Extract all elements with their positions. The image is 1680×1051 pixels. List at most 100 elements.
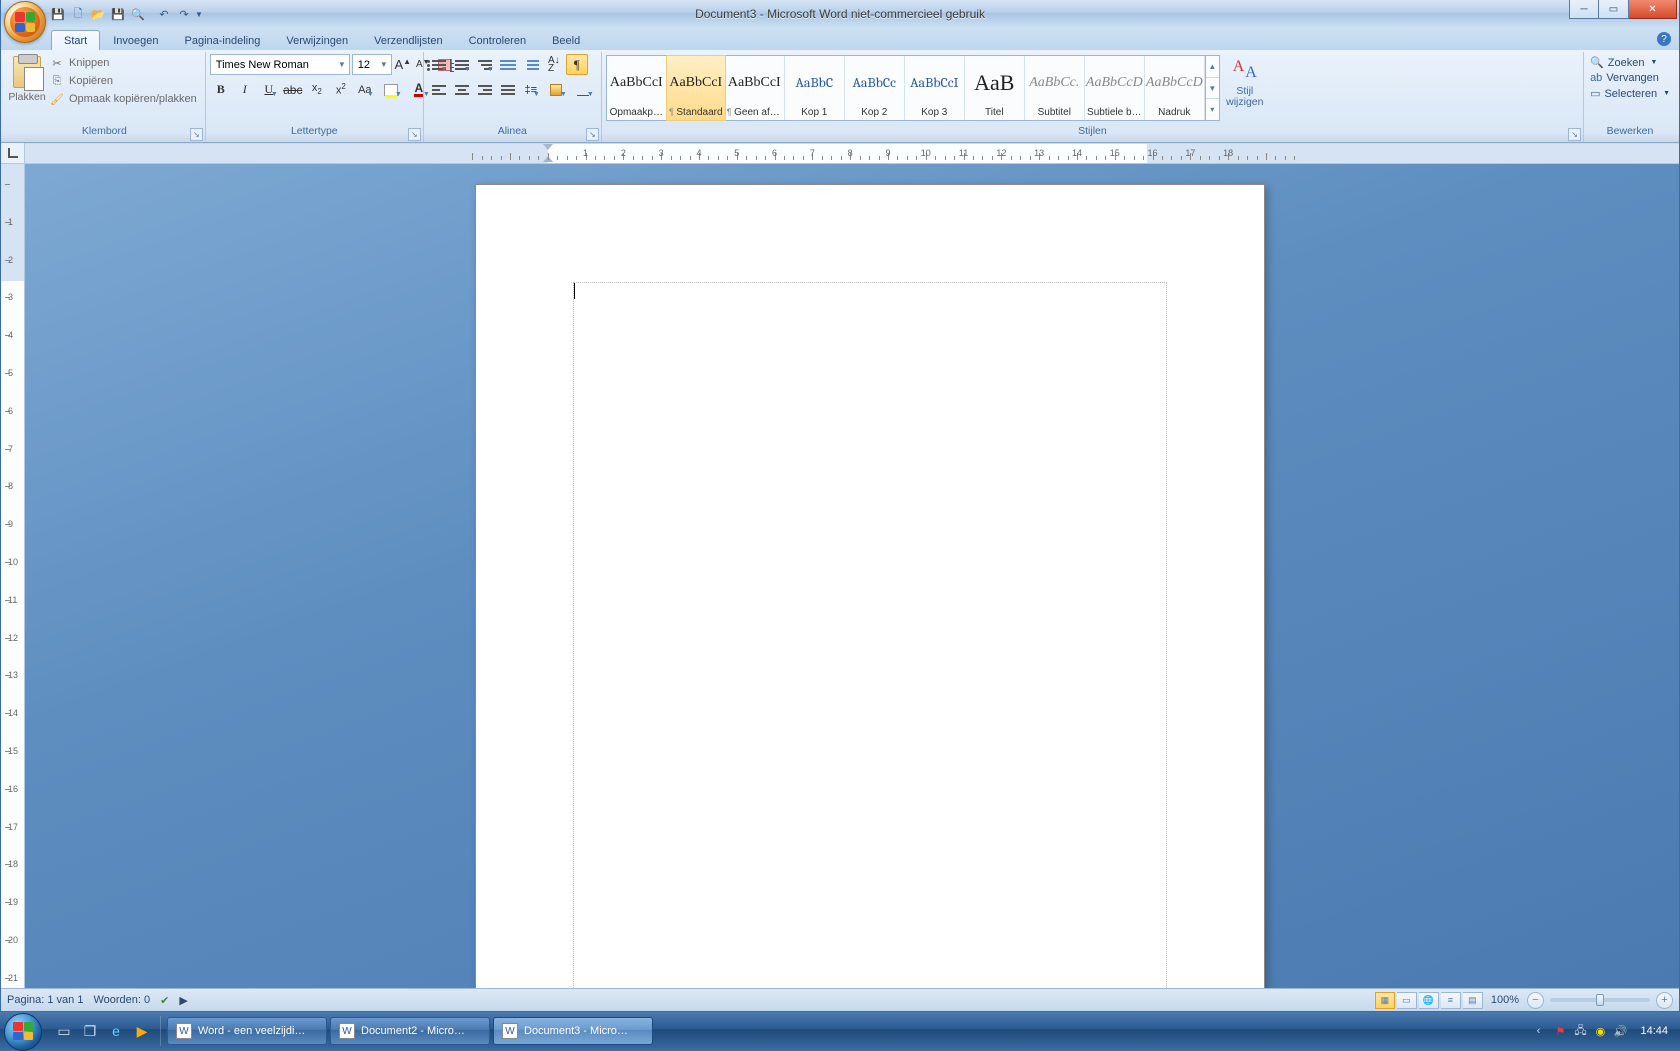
office-button[interactable] [4,1,46,43]
tab-start[interactable]: Start [51,30,100,50]
gallery-down[interactable]: ▼ [1206,78,1219,100]
grow-font-button[interactable]: A▲ [394,54,412,75]
status-page[interactable]: Pagina: 1 van 1 [7,994,83,1006]
taskbar-item[interactable]: WDocument3 - Micro… [493,1017,653,1045]
bold-button[interactable]: B [210,79,232,100]
cut-button[interactable]: ✂Knippen [50,56,197,70]
style-item-opmaakp[interactable]: AaBbCcIOpmaakp… [607,56,667,120]
chevron-down-icon[interactable]: ▼ [376,60,388,69]
view-outline[interactable]: ≡ [1441,992,1461,1009]
change-case-button[interactable]: Aa▼ [354,79,376,100]
bullets-button[interactable]: ▼ [428,54,450,75]
taskbar-item[interactable]: WDocument2 - Micro… [330,1017,490,1045]
style-item-nadruk[interactable]: AaBbCcDNadruk [1145,56,1205,120]
media-player-icon[interactable]: ▶ [130,1018,154,1044]
align-right-button[interactable] [474,79,496,100]
select-button[interactable]: ▭Selecteren▼ [1590,87,1670,100]
tray-flag-icon[interactable]: ⚑ [1552,1023,1568,1039]
tab-verwijzingen[interactable]: Verwijzingen [273,30,361,50]
copy-button[interactable]: ⎘Kopiëren [50,74,197,88]
decrease-indent-button[interactable] [497,54,519,75]
highlight-button[interactable]: ▼ [378,79,404,100]
minimize-button[interactable]: ─ [1569,0,1599,19]
qat-new-icon[interactable]: 🗋 [69,5,87,23]
style-item-subtitel[interactable]: AaBbCc.Subtitel [1025,56,1085,120]
ruler-vertical[interactable]: 12345678910111213141516171819202122 [1,164,25,988]
tab-selector[interactable] [1,143,25,163]
stijlen-launcher[interactable]: ↘ [1568,128,1581,141]
klembord-launcher[interactable]: ↘ [190,128,203,141]
document-viewport[interactable] [25,164,1679,988]
increase-indent-button[interactable] [520,54,542,75]
gallery-up[interactable]: ▲ [1206,56,1219,78]
maximize-button[interactable]: ▭ [1599,0,1629,19]
paste-button[interactable]: Plakken [8,54,46,105]
view-web-layout[interactable]: 🌐 [1419,992,1439,1009]
tray-network-icon[interactable]: 🖧 [1572,1023,1588,1039]
qat-save2-icon[interactable]: 💾 [109,5,127,23]
status-macro[interactable]: ▶ [179,994,187,1007]
status-words[interactable]: Woorden: 0 [93,994,150,1006]
help-button[interactable]: ? [1657,32,1671,46]
style-item-titel[interactable]: AaBTitel [965,56,1025,120]
align-left-button[interactable] [428,79,450,100]
style-item-kop2[interactable]: AaBbCcKop 2 [845,56,905,120]
tray-expand-icon[interactable]: ‹ [1530,1023,1546,1039]
qat-preview-icon[interactable]: 🔍 [129,5,147,23]
show-desktop-icon[interactable]: ▭ [52,1018,76,1044]
font-size-combo[interactable]: 12▼ [352,54,392,75]
tab-verzendlijsten[interactable]: Verzendlijsten [361,30,456,50]
font-name-combo[interactable]: Times New Roman▼ [210,54,350,75]
shading-button[interactable]: ▼ [543,79,569,100]
tray-update-icon[interactable]: ◉ [1592,1023,1608,1039]
zoom-thumb[interactable] [1596,994,1604,1006]
ruler-horizontal[interactable]: 123456789101112131415161718 [25,143,1679,163]
zoom-in-button[interactable]: + [1656,992,1673,1009]
switch-windows-icon[interactable]: ❐ [78,1018,102,1044]
tray-clock[interactable]: 14:44 [1634,1025,1674,1037]
line-spacing-button[interactable]: ‡≡▼ [520,79,542,100]
justify-button[interactable] [497,79,519,100]
strikethrough-button[interactable]: abc [282,79,304,100]
qat-customize-dropdown[interactable]: ▼ [195,10,205,19]
lettertype-launcher[interactable]: ↘ [408,128,421,141]
change-styles-button[interactable]: Stijl wijzigen [1220,54,1270,110]
style-item-standaard[interactable]: AaBbCcI¶ Standaard [666,55,726,121]
italic-button[interactable]: I [234,79,256,100]
tray-volume-icon[interactable]: 🔊 [1612,1023,1628,1039]
style-item-kop1[interactable]: AaBbCKop 1 [785,56,845,120]
numbering-button[interactable]: ▼ [451,54,473,75]
format-painter-button[interactable]: 🖌Opmaak kopiëren/plakken [50,92,197,106]
page[interactable] [475,184,1265,988]
close-button[interactable]: ✕ [1629,0,1677,19]
tab-controleren[interactable]: Controleren [456,30,539,50]
qat-undo-icon[interactable]: ↶ [155,5,173,23]
status-proofing[interactable]: ✔ [160,994,169,1007]
tab-beeld[interactable]: Beeld [539,30,593,50]
zoom-slider[interactable] [1550,998,1650,1002]
view-print-layout[interactable]: ▦ [1375,992,1395,1009]
superscript-button[interactable]: x2 [330,79,352,100]
taskbar-item[interactable]: WWord - een veelzijdi… [167,1017,327,1045]
qat-redo-icon[interactable]: ↷ [175,5,193,23]
view-draft[interactable]: ▤ [1463,992,1483,1009]
qat-save-icon[interactable]: 💾 [49,5,67,23]
style-item-geenafs[interactable]: AaBbCcI¶ Geen afs… [725,56,785,120]
style-item-kop3[interactable]: AaBbCcIKop 3 [905,56,965,120]
tab-invoegen[interactable]: Invoegen [100,30,171,50]
gallery-more[interactable]: ▾ [1206,99,1219,120]
find-button[interactable]: 🔍Zoeken▼ [1590,56,1670,69]
alinea-launcher[interactable]: ↘ [586,128,599,141]
replace-button[interactable]: abVervangen [1590,72,1670,84]
underline-button[interactable]: U▼ [258,79,280,100]
show-paragraph-marks-button[interactable]: ¶ [566,54,588,75]
zoom-percent[interactable]: 100% [1485,994,1525,1006]
sort-button[interactable]: A↓Z [543,54,565,75]
multilevel-list-button[interactable]: ▼ [474,54,496,75]
subscript-button[interactable]: x2 [306,79,328,100]
tab-pagina-indeling[interactable]: Pagina-indeling [172,30,274,50]
align-center-button[interactable] [451,79,473,100]
zoom-out-button[interactable]: − [1527,992,1544,1009]
ie-icon[interactable]: e [104,1018,128,1044]
qat-open-icon[interactable]: 📂 [89,5,107,23]
